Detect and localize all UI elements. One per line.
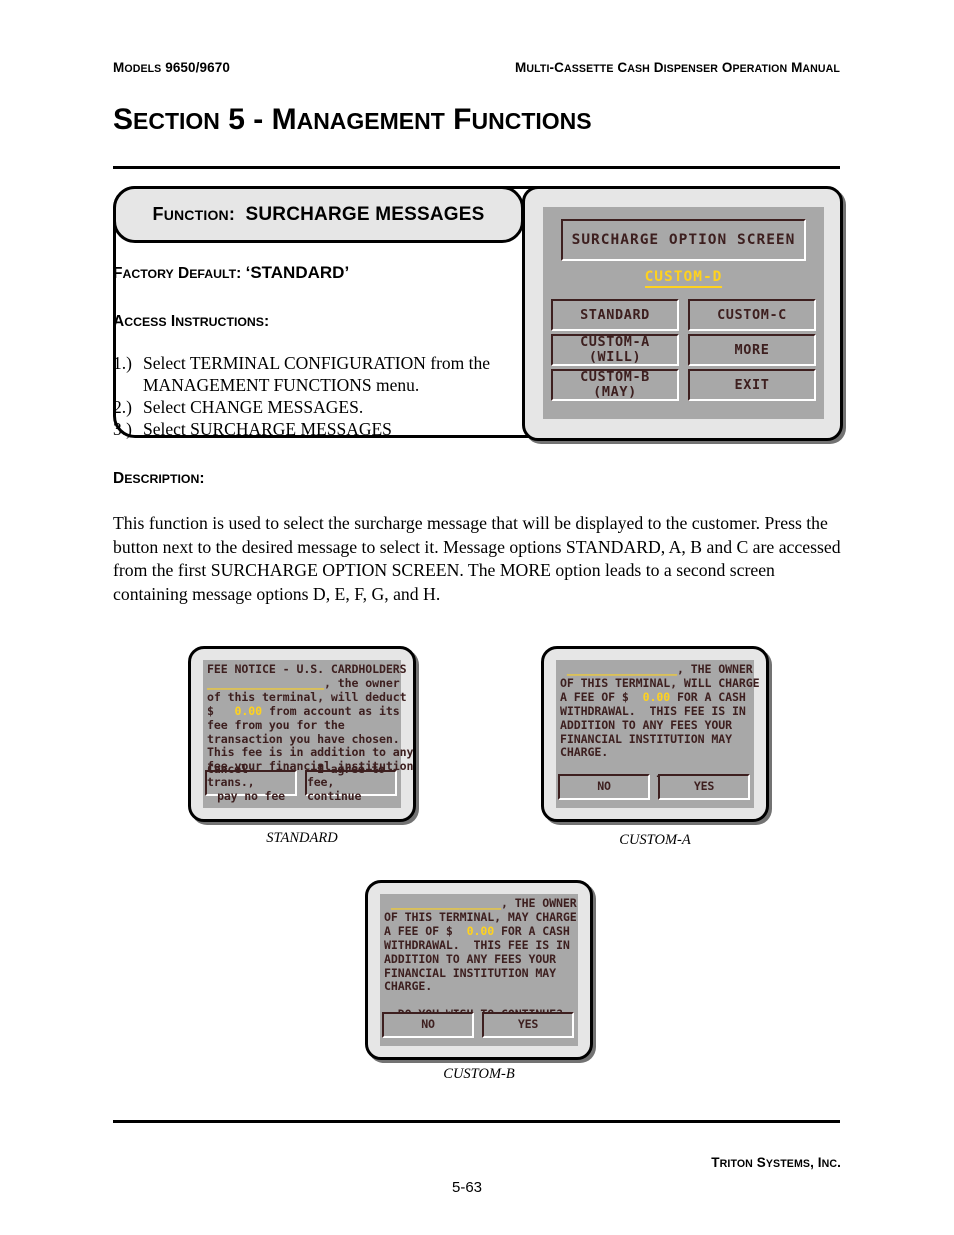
button-label: I agree to <box>317 761 385 776</box>
message-line: ADDITION TO ANY FEES YOUR <box>560 717 733 732</box>
message-text: ________________, THE OWNER OF THIS TERMI… <box>556 660 760 788</box>
message-screen-button[interactable]: YES <box>482 1012 574 1038</box>
caption-custom-b: CUSTOM-B <box>443 1066 515 1082</box>
message-line: CHARGE. <box>384 979 433 994</box>
function-header-text: FUNCTION: SURCHARGE MESSAGES <box>152 204 484 226</box>
footer-company: TRITON SYSTEMS, INC. <box>711 1155 841 1170</box>
message-screen-button[interactable]: NO <box>558 774 650 800</box>
option-button-standard[interactable]: STANDARD <box>551 299 679 331</box>
message-line: _________________, the owner <box>207 675 400 690</box>
caption-custom-a: CUSTOM-A <box>619 832 691 848</box>
message-line: ________________, THE OWNER <box>566 662 753 676</box>
option-button-more[interactable]: MORE <box>688 334 816 366</box>
factory-default-row: FACTORY DEFAULT: ‘STANDARD’ <box>113 263 350 282</box>
selected-option-label: CUSTOM-D <box>543 269 824 288</box>
button-label: CUSTOM-B <box>580 369 650 385</box>
message-line <box>560 760 752 774</box>
page-title: SECTION 5 - MANAGEMENT FUNCTIONS <box>113 103 592 136</box>
message-line: ________________, THE OWNER <box>390 896 577 910</box>
function-value: SURCHARGE MESSAGES <box>245 203 485 225</box>
message-text: ________________, THE OWNER OF THIS TERMI… <box>380 894 578 1022</box>
surcharge-option-screen-bezel: SURCHARGE OPTION SCREEN CUSTOM-D STANDAR… <box>522 186 843 441</box>
step-text: Select CHANGE MESSAGES. <box>143 397 364 417</box>
message-line: A FEE OF $ 0.00 FOR A CASH <box>560 689 746 704</box>
button-sublabel: (MAY) <box>593 384 637 400</box>
button-sublabel: fee, continue <box>307 775 362 803</box>
message-line: This fee is in addition to any <box>207 745 414 760</box>
description-body: This function is used to select the surc… <box>113 513 841 604</box>
surcharge-option-screen: SURCHARGE OPTION SCREEN CUSTOM-D STANDAR… <box>543 207 824 419</box>
models-value: 9650/9670 <box>161 60 230 75</box>
message-line: WITHDRAWAL. THIS FEE IS IN <box>384 937 570 952</box>
message-screen-button[interactable]: YES <box>658 774 750 800</box>
message-line <box>384 994 576 1008</box>
message-screen-button[interactable]: I agree to fee, continue <box>305 762 397 803</box>
message-line: fee from you for the <box>207 717 345 732</box>
option-screen-title-box: SURCHARGE OPTION SCREEN <box>561 219 806 261</box>
button-label: YES <box>517 1017 539 1032</box>
message-line: FINANCIAL INSTITUTION MAY <box>384 965 557 980</box>
list-item: 1.) Select TERMINAL CONFIGURATION from t… <box>113 352 528 396</box>
option-button-custom-c[interactable]: CUSTOM-C <box>688 299 816 331</box>
button-label: Cancel trans., <box>207 761 255 790</box>
function-label: FUNCTION: <box>152 203 236 224</box>
message-line: ADDITION TO ANY FEES YOUR <box>384 951 557 966</box>
caption-standard: STANDARD <box>266 830 338 846</box>
page-number: 5-63 <box>452 1179 483 1196</box>
page: MODELS 9650/9670 MULTI-CASSETTE CASH DIS… <box>0 0 954 1235</box>
message-line: OF THIS TERMINAL, MAY CHARGE <box>384 909 577 924</box>
function-header: FUNCTION: SURCHARGE MESSAGES <box>113 186 524 243</box>
message-line: WITHDRAWAL. THIS FEE IS IN <box>560 703 746 718</box>
message-line: CHARGE. <box>560 745 609 760</box>
message-screen-button[interactable]: Cancel trans., pay no fee <box>205 762 297 802</box>
message-line: of this terminal, will deduct <box>207 689 407 704</box>
button-label: NO <box>597 779 611 794</box>
factory-default-value: ‘STANDARD’ <box>245 263 350 282</box>
option-screen-title: SURCHARGE OPTION SCREEN <box>571 232 796 248</box>
step-number: 2.) <box>113 397 132 417</box>
message-line: OF THIS TERMINAL, WILL CHARGE <box>560 675 760 690</box>
button-sublabel: (WILL) <box>588 349 642 365</box>
list-item: 3.) Select SURCHARGE MESSAGES <box>113 418 528 440</box>
button-label: CUSTOM-C <box>717 306 787 323</box>
access-instructions-label: ACCESS INSTRUCTIONS: <box>113 313 270 330</box>
step-number: 3.) <box>113 419 132 439</box>
selected-option-value: CUSTOM-D <box>644 269 723 288</box>
divider-top <box>113 166 840 169</box>
message-line: $ 0.00 from account as its <box>207 703 400 718</box>
message-line: FEE NOTICE - U.S. CARDHOLDERS <box>207 662 407 676</box>
message-screen-bezel-custom-a: ________________, THE OWNER OF THIS TERMI… <box>541 646 769 822</box>
message-screen-custom-a: ________________, THE OWNER OF THIS TERMI… <box>556 660 760 808</box>
message-line: transaction you have chosen. <box>207 731 400 746</box>
step-text: Select SURCHARGE MESSAGES <box>143 419 392 439</box>
running-head: MODELS 9650/9670 MULTI-CASSETTE CASH DIS… <box>113 60 840 80</box>
button-label: MORE <box>734 341 770 358</box>
button-sublabel: pay no fee <box>217 788 285 803</box>
message-screen-custom-b: ________________, THE OWNER OF THIS TERMI… <box>380 894 578 1046</box>
button-label: STANDARD <box>580 306 650 323</box>
message-screen-bezel-custom-b: ________________, THE OWNER OF THIS TERMI… <box>365 880 593 1060</box>
option-button-custom-b[interactable]: CUSTOM-B (MAY) <box>551 369 679 401</box>
access-steps: 1.) Select TERMINAL CONFIGURATION from t… <box>113 352 528 440</box>
button-label: CUSTOM-A <box>580 334 650 350</box>
button-label: NO <box>421 1017 435 1032</box>
running-head-right: MULTI-CASSETTE CASH DISPENSER OPERATION … <box>515 60 840 75</box>
message-screen-button[interactable]: NO <box>382 1012 474 1038</box>
message-screen-standard: FEE NOTICE - U.S. CARDHOLDERS ___________… <box>203 660 414 808</box>
option-button-custom-a[interactable]: CUSTOM-A (WILL) <box>551 334 679 366</box>
option-button-exit[interactable]: EXIT <box>688 369 816 401</box>
message-screen-bezel-standard: FEE NOTICE - U.S. CARDHOLDERS ___________… <box>188 646 416 822</box>
button-label: EXIT <box>734 376 770 393</box>
message-line: FINANCIAL INSTITUTION MAY <box>560 731 733 746</box>
message-line: A FEE OF $ 0.00 FOR A CASH <box>384 923 570 938</box>
divider-bottom <box>113 1120 840 1123</box>
description-label: DESCRIPTION: <box>113 470 205 487</box>
step-number: 1.) <box>113 353 132 373</box>
list-item: 2.) Select CHANGE MESSAGES. <box>113 396 528 418</box>
running-head-left: MODELS 9650/9670 <box>113 60 230 75</box>
step-text: Select TERMINAL CONFIGURATION from the M… <box>143 353 491 395</box>
button-label: YES <box>693 779 715 794</box>
